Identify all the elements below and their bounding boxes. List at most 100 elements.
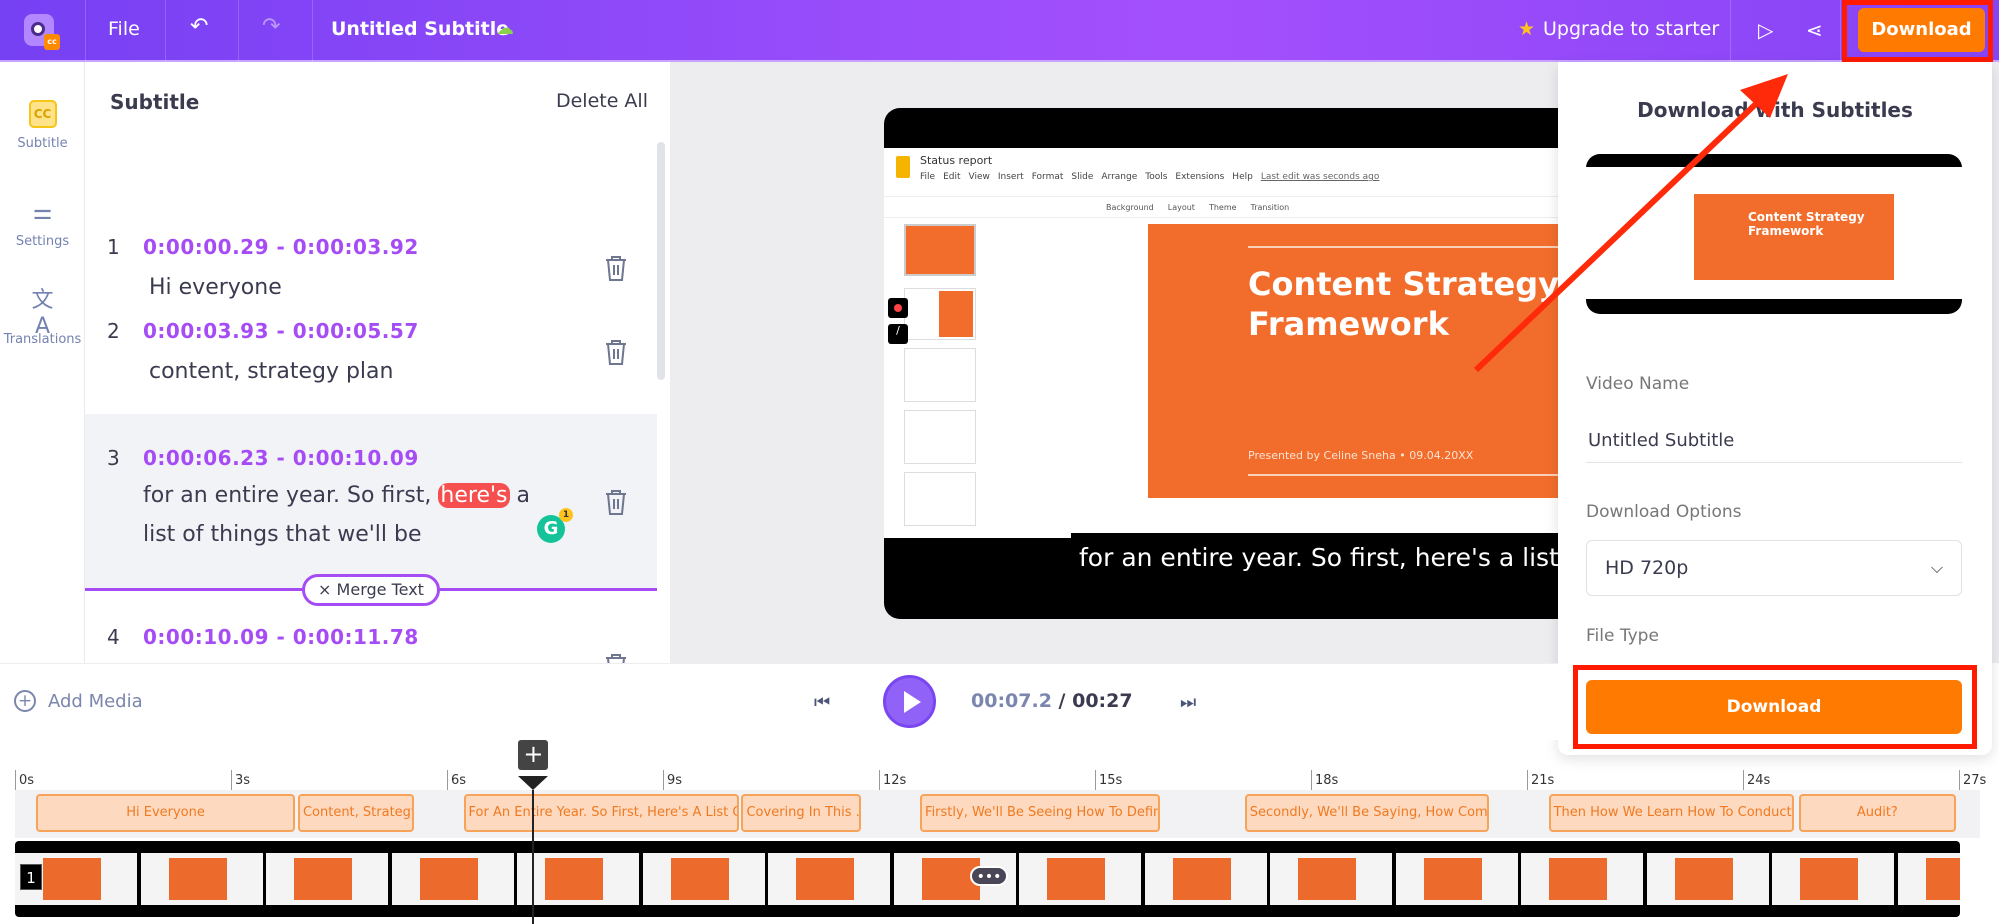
slides-menu-item: Format xyxy=(1031,172,1064,182)
video-frame xyxy=(266,853,391,905)
video-frame xyxy=(1270,853,1395,905)
subtitle-chip[interactable]: Content, Strategy... xyxy=(297,794,415,832)
video-frame xyxy=(1772,853,1897,905)
slides-screen: Status report File Edit View Insert Format Sl… xyxy=(884,148,1558,538)
share-icon[interactable]: ⋖ xyxy=(1806,18,1823,42)
translate-icon: 文A xyxy=(31,287,54,339)
ruler-tick: 3s xyxy=(231,770,250,790)
row-time[interactable]: 0:00:00.29 - 0:00:03.92 xyxy=(143,235,419,259)
delete-all-button[interactable]: Delete All xyxy=(556,90,648,112)
subtitle-row[interactable]: 4 0:00:10.09 - 0:00:11.78 xyxy=(85,607,657,663)
ruler-tick: 12s xyxy=(879,770,906,790)
divider xyxy=(1586,462,1962,463)
video-preview[interactable]: Status report File Edit View Insert Format Sl… xyxy=(884,108,1558,619)
project-title[interactable]: Untitled Subtitle xyxy=(331,18,509,40)
skip-forward-icon[interactable]: ⏭ xyxy=(1180,692,1200,713)
redo-icon[interactable]: ↷ xyxy=(262,14,280,39)
subtitle-track: Hi EveryoneContent, Strategy... For An En… xyxy=(15,790,1980,838)
video-name-input[interactable]: Untitled Subtitle xyxy=(1588,430,1734,451)
add-media-button[interactable]: + Add Media xyxy=(14,690,143,712)
subtitle-chip[interactable]: Hi Everyone xyxy=(35,794,296,832)
quality-select[interactable]: HD 720p ⌵ xyxy=(1586,540,1962,596)
rail-item-translations[interactable]: 文A Translations xyxy=(0,287,85,348)
row-time[interactable]: 0:00:03.93 - 0:00:05.57 xyxy=(143,319,419,343)
subtitle-row-active[interactable]: 3 0:00:06.23 - 0:00:10.09 for an entire … xyxy=(85,414,657,589)
file-type-label: File Type xyxy=(1586,626,1659,646)
subtitle-chip[interactable]: Audit? xyxy=(1799,794,1956,832)
merge-label: Merge Text xyxy=(336,580,424,599)
row-number: 3 xyxy=(107,446,120,470)
merge-text-button[interactable]: ⨯ Merge Text xyxy=(302,574,440,606)
trash-icon[interactable] xyxy=(603,652,629,663)
more-options-icon[interactable]: ••• xyxy=(970,866,1008,886)
add-at-playhead-button[interactable]: + xyxy=(518,740,549,770)
slides-menu-item: Insert xyxy=(997,172,1024,182)
row-number: 2 xyxy=(107,319,120,343)
video-frame xyxy=(1019,853,1144,905)
slide-thumb xyxy=(904,288,976,340)
spelling-highlight[interactable]: here's xyxy=(438,483,510,508)
file-menu[interactable]: File xyxy=(108,18,140,40)
rail-label: Subtitle xyxy=(17,136,68,151)
upgrade-link[interactable]: Upgrade to starter xyxy=(1543,18,1719,40)
subtitle-chip[interactable]: Secondly, We'll Be Saying, How Come T... xyxy=(1244,794,1489,832)
thumb-slide-title: Content Strategy Framework xyxy=(1694,194,1894,280)
rail-label: Settings xyxy=(15,234,70,249)
row-time[interactable]: 0:00:10.09 - 0:00:11.78 xyxy=(143,625,419,649)
video-frame xyxy=(391,853,517,905)
slides-tool: Background xyxy=(1106,203,1154,212)
ruler-tick: 18s xyxy=(1311,770,1338,790)
slides-menu-item: Tools xyxy=(1145,172,1168,182)
star-icon: ★ xyxy=(1518,18,1536,40)
row-text[interactable]: for an entire year. So first, here's a l… xyxy=(143,476,563,554)
undo-icon[interactable]: ↶ xyxy=(190,14,208,39)
app-logo[interactable]: cc xyxy=(24,14,60,50)
row-text[interactable]: content, strategy plan xyxy=(149,352,569,391)
video-frame xyxy=(642,853,768,905)
slides-toolbar: Background Layout Theme Transition xyxy=(884,196,1558,218)
download-panel-title: Download with Subtitles xyxy=(1637,98,1913,122)
video-frame xyxy=(768,853,893,905)
play-button[interactable] xyxy=(883,675,936,728)
slides-menu-item: File xyxy=(920,172,936,182)
sliders-icon: ⚌ xyxy=(32,199,53,225)
skip-back-icon[interactable]: ⏮ xyxy=(814,692,834,713)
slide-thumb xyxy=(904,472,976,526)
ruler-tick: 21s xyxy=(1527,770,1554,790)
subtitle-chip[interactable]: Covering In This ... xyxy=(741,794,862,832)
scrollbar[interactable] xyxy=(657,142,665,380)
subtitle-row[interactable]: 2 0:00:03.93 - 0:00:05.57 content, strat… xyxy=(85,292,657,402)
cc-icon: CC xyxy=(28,100,57,128)
video-frame xyxy=(517,853,642,905)
row-number: 1 xyxy=(107,235,120,259)
subtitle-chip[interactable]: For An Entire Year. So First, Here's A L… xyxy=(463,794,740,832)
subtitle-chip[interactable]: Then How We Learn How To Conduct A ... xyxy=(1548,794,1794,832)
video-frame xyxy=(1646,853,1772,905)
caption-overlay: for an entire year. So first, here's a l… xyxy=(1071,533,1558,583)
video-thumbnail: Content Strategy Framework xyxy=(1586,154,1962,314)
slides-menu-item: Edit xyxy=(943,172,961,182)
rail-item-subtitle[interactable]: CC Subtitle xyxy=(0,100,85,151)
slides-logo-icon xyxy=(896,156,910,178)
slide-thumb xyxy=(904,410,976,464)
player-toolbar xyxy=(0,663,1558,740)
trash-icon[interactable] xyxy=(603,254,629,282)
playhead[interactable] xyxy=(532,790,535,924)
subtitle-chip[interactable]: Firstly, We'll Be Seeing How To Define .… xyxy=(920,794,1160,832)
subtitle-row[interactable]: 1 0:00:00.29 - 0:00:03.92 Hi everyone xyxy=(85,162,657,300)
slide-thumb xyxy=(904,348,976,402)
trash-icon[interactable] xyxy=(603,488,629,516)
rail-label: Translations xyxy=(3,332,82,347)
grammarly-icon[interactable]: G1 xyxy=(537,508,573,543)
preview-play-icon[interactable]: ▷ xyxy=(1758,18,1773,42)
merge-icon: ⨯ xyxy=(318,580,337,599)
playhead-handle[interactable] xyxy=(518,776,549,790)
row-time[interactable]: 0:00:06.23 - 0:00:10.09 xyxy=(143,446,419,470)
rail-item-settings[interactable]: ⚌ Settings xyxy=(0,198,85,250)
record-icon xyxy=(888,298,908,318)
video-frame xyxy=(1897,853,1960,905)
trash-icon[interactable] xyxy=(603,338,629,366)
slides-menu-item: Help xyxy=(1232,172,1253,182)
video-frame xyxy=(1144,853,1270,905)
timeline-ruler[interactable]: 0s 3s 6s 9s 12s 15s 18s 21s 24s 27s xyxy=(15,770,1999,790)
